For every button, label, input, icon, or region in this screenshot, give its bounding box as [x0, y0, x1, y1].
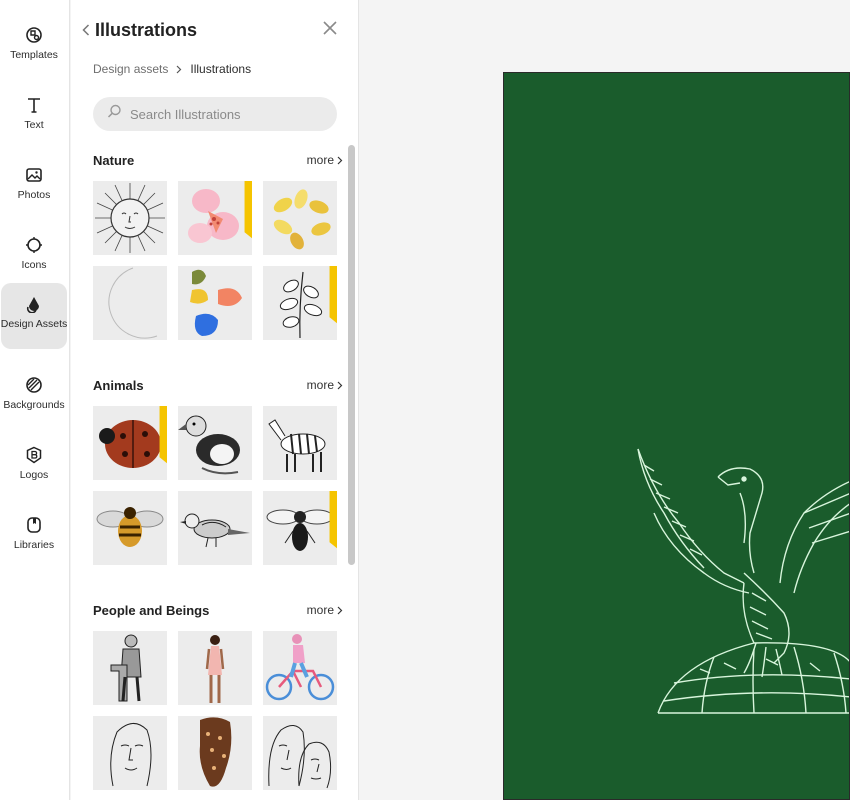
breadcrumb-parent-link[interactable]: Design assets [93, 62, 168, 76]
illustration-engraved-man[interactable] [93, 631, 167, 705]
breadcrumb-current: Illustrations [190, 62, 252, 76]
section-people-and-beings: People and Beings more [93, 595, 343, 790]
rail-item-label: Text [24, 119, 44, 131]
panel-header: Illustrations [79, 16, 197, 44]
illustration-bee[interactable] [93, 491, 167, 565]
rail-item-text[interactable]: Text [0, 84, 68, 148]
thumbnail-grid [93, 181, 343, 340]
rail-item-label: Photos [17, 189, 51, 201]
rail-item-label: Design Assets [0, 318, 68, 330]
illustration-cyclist[interactable] [263, 631, 337, 705]
illustration-leaf-branch[interactable] [263, 266, 337, 340]
illustration-pink-flowers[interactable] [178, 181, 252, 255]
section-title: Animals [93, 377, 144, 393]
illustration-wasp[interactable] [263, 491, 337, 565]
section-title: People and Beings [93, 602, 210, 618]
text-icon [23, 94, 45, 116]
chevron-right-icon [176, 65, 182, 74]
chevron-right-icon [337, 156, 343, 164]
illustration-line-face[interactable] [93, 716, 167, 790]
illustration-two-line-faces[interactable] [263, 716, 337, 790]
close-icon[interactable] [322, 20, 338, 36]
illustration-crescent-moon[interactable] [93, 266, 167, 340]
icons-icon [23, 234, 45, 256]
design-assets-icon [23, 293, 45, 315]
breadcrumb: Design assets Illustrations [93, 62, 251, 76]
section-title: Nature [93, 152, 135, 168]
templates-icon [23, 24, 45, 46]
rail-item-backgrounds[interactable]: Backgrounds [0, 364, 68, 428]
logos-icon [23, 444, 45, 466]
thumbnail-grid [93, 631, 343, 790]
illustration-puffin[interactable] [178, 406, 252, 480]
rail-item-label: Icons [21, 259, 47, 271]
illustration-sun-face[interactable] [93, 181, 167, 255]
illustration-ladybug[interactable] [93, 406, 167, 480]
section-header: People and Beings more [93, 595, 343, 625]
premium-badge-icon [236, 181, 252, 239]
rail-item-label: Logos [19, 469, 49, 481]
section-header: Animals more [93, 370, 343, 400]
premium-badge-icon [321, 266, 337, 324]
backgrounds-icon [23, 374, 45, 396]
search-input[interactable] [130, 106, 330, 122]
premium-badge-icon [321, 491, 337, 549]
more-label: more [306, 603, 334, 617]
section-header: Nature more [93, 145, 343, 175]
thumbnail-grid [93, 406, 343, 565]
rail-item-icons[interactable]: Icons [0, 224, 68, 288]
panel-title: Illustrations [95, 19, 198, 40]
illustrations-panel: Illustrations Design assets Illustration… [71, 0, 359, 800]
rail-item-label: Backgrounds [3, 399, 65, 411]
panel-scrollbar[interactable] [348, 145, 355, 565]
section-nature: Nature more [93, 145, 343, 340]
photos-icon [23, 164, 45, 186]
illustration-yellow-petals[interactable] [263, 181, 337, 255]
more-label: more [306, 378, 334, 392]
illustration-zebra[interactable] [263, 406, 337, 480]
rail-item-libraries[interactable]: Libraries [0, 504, 68, 568]
chevron-left-icon[interactable] [79, 20, 93, 40]
illustration-colorful-leaves[interactable] [178, 266, 252, 340]
illustration-woman-standing[interactable] [178, 631, 252, 705]
libraries-icon [23, 514, 45, 536]
chevron-right-icon [337, 381, 343, 389]
illustrations-list: Nature more Animals more People and Bein… [93, 145, 343, 800]
rail-item-logos[interactable]: Logos [0, 434, 68, 498]
more-label: more [306, 153, 334, 167]
section-animals: Animals more [93, 370, 343, 565]
rail-item-design-assets[interactable]: Design Assets [1, 283, 67, 349]
search-icon [107, 104, 122, 124]
eagle-on-globe-illustration[interactable] [504, 73, 850, 800]
rail-item-label: Libraries [13, 539, 55, 551]
illustration-sparrow[interactable] [178, 491, 252, 565]
illustration-braided-hair[interactable] [178, 716, 252, 790]
artboard[interactable] [503, 72, 850, 800]
more-link-people[interactable]: more [307, 603, 343, 617]
rail-item-photos[interactable]: Photos [0, 154, 68, 218]
search-box [93, 97, 337, 131]
rail-item-label: Templates [10, 49, 58, 61]
chevron-right-icon [337, 606, 343, 614]
left-rail: Templates Text Photos Icons Design Asset… [0, 0, 70, 800]
premium-badge-icon [151, 406, 167, 464]
more-link-animals[interactable]: more [307, 378, 343, 392]
more-link-nature[interactable]: more [307, 153, 343, 167]
rail-item-templates[interactable]: Templates [0, 14, 68, 78]
